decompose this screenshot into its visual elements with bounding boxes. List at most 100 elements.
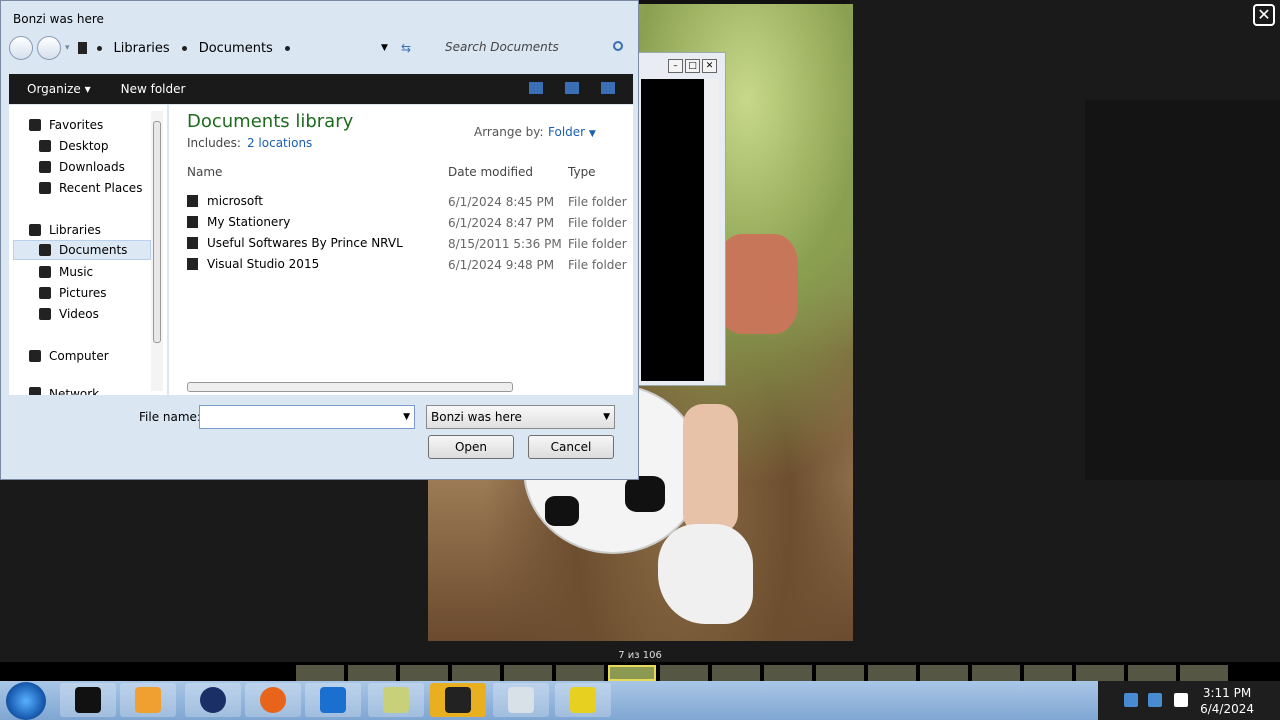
separator-dot — [96, 45, 102, 51]
start-button[interactable] — [6, 682, 46, 720]
open-button[interactable]: Open — [428, 435, 514, 459]
file-row[interactable]: microsoft — [187, 191, 263, 211]
nav-music[interactable]: Music — [39, 262, 93, 282]
new-folder-button[interactable]: New folder — [121, 82, 186, 96]
file-type: File folder — [568, 216, 627, 230]
cancel-button[interactable]: Cancel — [528, 435, 614, 459]
viewer-close-icon[interactable]: ✕ — [1253, 4, 1275, 26]
filmstrip-thumb[interactable] — [816, 665, 864, 681]
nav-computer[interactable]: Computer — [29, 346, 109, 366]
nav-scrollbar[interactable] — [151, 111, 163, 391]
change-view-icon[interactable] — [529, 82, 543, 94]
filmstrip-thumb-selected[interactable] — [608, 665, 656, 681]
filmstrip-thumb[interactable] — [504, 665, 552, 681]
preview-pane-icon[interactable] — [565, 82, 579, 94]
filmstrip-thumb[interactable] — [348, 665, 396, 681]
window-scrollbar[interactable] — [705, 79, 719, 381]
includes-label: Includes: — [187, 136, 241, 150]
maximize-icon[interactable]: □ — [685, 59, 700, 73]
filmstrip[interactable] — [296, 665, 1280, 681]
taskbar-item-firefox[interactable] — [245, 683, 301, 717]
breadcrumb-libraries[interactable]: Libraries — [114, 41, 170, 56]
close-icon[interactable]: ✕ — [702, 59, 717, 73]
tray-icon[interactable] — [1124, 693, 1138, 707]
nav-favorites[interactable]: Favorites — [29, 115, 103, 135]
filmstrip-thumb[interactable] — [868, 665, 916, 681]
file-list-hscrollbar[interactable] — [175, 381, 629, 393]
taskbar-item-globe[interactable] — [185, 683, 241, 717]
viewer-side-panel — [1085, 100, 1280, 480]
filmstrip-thumb[interactable] — [400, 665, 448, 681]
file-date: 6/1/2024 8:47 PM — [448, 216, 555, 230]
nav-network[interactable]: Network — [29, 387, 99, 395]
file-row[interactable]: Useful Softwares By Prince NRVL — [187, 233, 403, 253]
search-placeholder: Search Documents — [445, 40, 559, 54]
app-icon — [75, 687, 101, 713]
nav-desktop[interactable]: Desktop — [39, 136, 109, 156]
breadcrumb-documents[interactable]: Documents — [199, 41, 273, 56]
nav-downloads[interactable]: Downloads — [39, 157, 125, 177]
taskbar-item-app5[interactable] — [305, 683, 361, 717]
file-row[interactable]: Visual Studio 2015 — [187, 254, 319, 274]
tray-icon[interactable] — [1148, 693, 1162, 707]
organize-button[interactable]: Organize ▾ — [27, 82, 91, 96]
filmstrip-thumb[interactable] — [452, 665, 500, 681]
taskbar-item-photo[interactable] — [368, 683, 424, 717]
nav-label: Downloads — [59, 160, 125, 174]
includes-locations-link[interactable]: 2 locations — [247, 136, 312, 150]
chevron-down-icon[interactable]: ▼ — [403, 412, 410, 422]
arrange-by-value: Folder — [548, 125, 586, 139]
nav-documents[interactable]: Documents — [13, 240, 151, 260]
taskbar-item-media[interactable] — [120, 683, 176, 717]
nav-videos[interactable]: Videos — [39, 304, 99, 324]
address-dropdown-icon[interactable]: ▼ — [381, 43, 388, 53]
filmstrip-thumb[interactable] — [972, 665, 1020, 681]
file-name: microsoft — [207, 194, 263, 208]
search-input[interactable]: Search Documents — [437, 39, 633, 57]
file-type-filter[interactable]: Bonzi was here ▼ — [426, 405, 615, 429]
arrange-by-label: Arrange by: — [474, 125, 544, 139]
folder-icon — [187, 237, 198, 249]
file-row[interactable]: My Stationery — [187, 212, 290, 232]
desktop-icon — [39, 140, 51, 152]
forward-button[interactable] — [37, 36, 61, 60]
filmstrip-thumb[interactable] — [660, 665, 708, 681]
filmstrip-thumb[interactable] — [1180, 665, 1228, 681]
filmstrip-thumb[interactable] — [296, 665, 344, 681]
nav-pictures[interactable]: Pictures — [39, 283, 107, 303]
taskbar-item-active[interactable] — [430, 683, 486, 717]
filmstrip-thumb[interactable] — [764, 665, 812, 681]
back-button[interactable] — [9, 36, 33, 60]
filmstrip-thumb[interactable] — [920, 665, 968, 681]
file-type: File folder — [568, 258, 627, 272]
column-date-modified[interactable]: Date modified — [448, 165, 533, 179]
taskbar-item-keys[interactable] — [555, 683, 611, 717]
file-name: My Stationery — [207, 215, 291, 229]
column-name[interactable]: Name — [187, 165, 222, 179]
file-name-input[interactable]: ▼ — [199, 405, 415, 429]
tray-icon[interactable] — [1174, 693, 1188, 707]
minimize-icon[interactable]: – — [668, 59, 683, 73]
refresh-icon[interactable]: ⇆ — [401, 41, 411, 55]
recent-dropdown-icon[interactable]: ▾ — [65, 43, 70, 53]
filmstrip-thumb[interactable] — [712, 665, 760, 681]
nav-scroll-thumb[interactable] — [153, 121, 161, 343]
toolbar-icons — [529, 82, 615, 94]
clock[interactable]: 3:11 PM 6/4/2024 — [1200, 685, 1254, 717]
nav-label: Network — [49, 387, 100, 395]
filmstrip-thumb[interactable] — [556, 665, 604, 681]
hscroll-thumb[interactable] — [187, 382, 513, 392]
documents-icon — [39, 244, 51, 256]
filmstrip-thumb[interactable] — [1128, 665, 1176, 681]
taskbar-item-app1[interactable] — [60, 683, 116, 717]
arrange-by-dropdown[interactable]: Folder ▼ — [548, 125, 596, 139]
clock-date: 6/4/2024 — [1200, 702, 1254, 716]
search-icon[interactable] — [613, 41, 623, 51]
filmstrip-thumb[interactable] — [1076, 665, 1124, 681]
help-icon[interactable] — [601, 82, 615, 94]
nav-recent-places[interactable]: Recent Places — [39, 178, 142, 198]
taskbar-item-window[interactable] — [493, 683, 549, 717]
column-type[interactable]: Type — [568, 165, 596, 179]
nav-libraries[interactable]: Libraries — [29, 220, 101, 240]
filmstrip-thumb[interactable] — [1024, 665, 1072, 681]
